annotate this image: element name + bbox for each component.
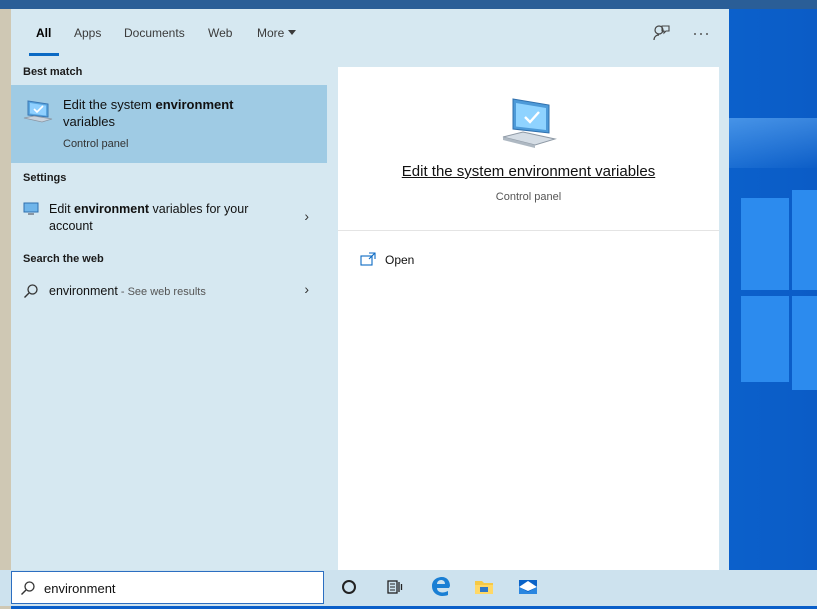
best-match-title-pre: Edit the system (63, 97, 156, 112)
best-match-title: Edit the system environment variables (63, 96, 293, 130)
task-view-icon[interactable] (386, 578, 404, 599)
tab-apps[interactable]: Apps (74, 26, 101, 40)
section-settings: Settings (23, 172, 67, 184)
best-match-title-post: variables (63, 114, 116, 129)
web-search-result[interactable]: environment - See web results › (11, 281, 327, 303)
caret-down-icon (288, 30, 297, 35)
settings-result-text: Edit environment variables for your accou… (49, 201, 248, 235)
edge-icon[interactable] (430, 575, 452, 600)
tab-documents[interactable]: Documents (124, 26, 185, 40)
monitor-checkmark-icon (499, 95, 559, 154)
search-panel: All Apps Documents Web More Best match E… (11, 9, 729, 570)
tab-more[interactable]: More (257, 26, 297, 40)
more-options-icon[interactable] (691, 23, 713, 45)
tab-all[interactable]: All (36, 26, 51, 40)
open-external-icon (360, 252, 376, 269)
search-tabs: All Apps Documents Web More (11, 9, 729, 59)
wallpaper-logo-pane (741, 198, 789, 290)
search-icon (20, 580, 36, 599)
section-search-web: Search the web (23, 253, 104, 265)
background-window-edge (0, 9, 11, 609)
settings-text-post: variables for your (149, 202, 249, 216)
mail-icon[interactable] (518, 578, 538, 599)
web-search-text: environment - See web results (49, 283, 206, 301)
display-settings-icon (23, 202, 39, 219)
feedback-icon[interactable] (651, 23, 673, 45)
preview-pane: Edit the system environment variables Co… (338, 67, 719, 570)
taskbar-search-box[interactable] (11, 571, 324, 604)
search-input[interactable] (44, 578, 314, 598)
search-icon (23, 283, 39, 302)
tab-more-label: More (257, 26, 285, 40)
monitor-checkmark-icon (22, 99, 54, 128)
preview-divider (338, 230, 719, 231)
preview-subtitle: Control panel (495, 191, 562, 203)
settings-result[interactable]: Edit environment variables for your accou… (11, 199, 327, 237)
results-list: Best match Edit the system environment va… (11, 59, 327, 570)
web-search-term: environment (49, 284, 118, 298)
best-match-title-bold: environment (155, 97, 234, 112)
chevron-right-icon[interactable]: › (304, 208, 309, 224)
active-tab-indicator (29, 53, 59, 56)
chevron-right-icon[interactable]: › (304, 281, 309, 297)
window-top-strip (0, 0, 817, 9)
settings-text-pre: Edit (49, 202, 75, 216)
wallpaper-logo-pane (792, 190, 817, 290)
section-best-match: Best match (23, 66, 83, 78)
open-action[interactable]: Open (360, 250, 480, 270)
tab-web[interactable]: Web (208, 26, 232, 40)
web-search-suffix: - See web results (117, 286, 206, 298)
wallpaper-light-beam (728, 118, 817, 168)
settings-text-line2: account (49, 219, 93, 233)
file-explorer-icon[interactable] (474, 578, 494, 599)
cortana-icon[interactable] (340, 578, 358, 599)
best-match-subtitle: Control panel (63, 138, 129, 150)
settings-text-bold: environment (74, 202, 150, 216)
wallpaper-logo-pane (792, 296, 817, 390)
preview-title[interactable]: Edit the system environment variables (338, 163, 719, 180)
wallpaper-logo-pane (741, 296, 789, 382)
open-label: Open (385, 253, 415, 267)
best-match-result[interactable]: Edit the system environment variables Con… (11, 85, 327, 163)
